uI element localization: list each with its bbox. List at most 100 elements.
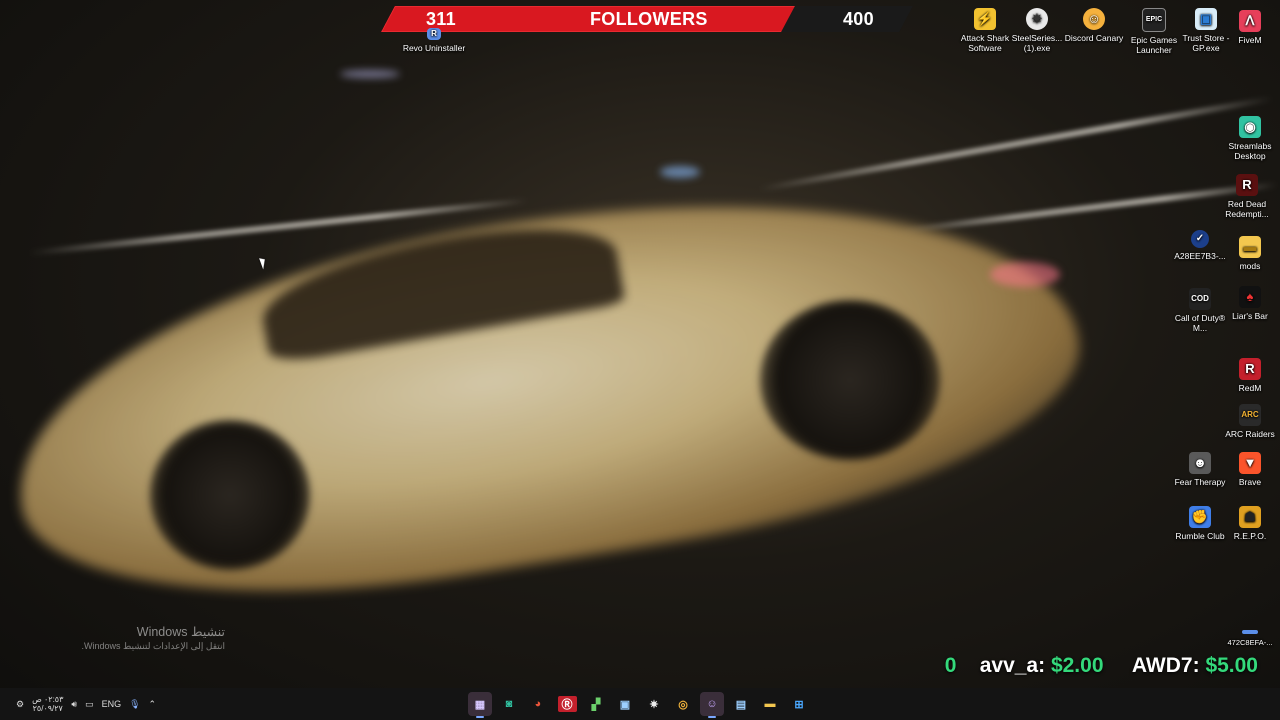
taskbar-app-media[interactable]: ▣ bbox=[613, 692, 637, 716]
call-of-duty-icon: COD bbox=[1189, 288, 1211, 310]
taskbar-app-explorer[interactable]: ▬ bbox=[758, 692, 782, 716]
taskbar-app-steelseries[interactable]: ✷ bbox=[642, 692, 666, 716]
windows-activation-subtitle: انتقل إلى الإعدادات لتنشيط Windows. bbox=[81, 641, 225, 651]
repo-icon: ☗ bbox=[1239, 506, 1261, 528]
car-wheel bbox=[760, 300, 940, 460]
system-tray: ⚙ ٠٢:٥٣ ص ٢٥/٠٩/٢٧ 🔊︎ ▭ ENG 🎙︎ ⌃ bbox=[16, 695, 156, 713]
desktop-icon-label: Discord Canary bbox=[1064, 33, 1124, 43]
folder-icon: ▬ bbox=[1239, 236, 1261, 258]
desktop-icon-label: mods bbox=[1239, 261, 1261, 271]
chevron-up-icon[interactable]: ⌃ bbox=[149, 699, 157, 710]
redm-icon: R bbox=[1239, 358, 1261, 380]
wallpaper-rail bbox=[759, 95, 1273, 192]
desktop-icon-red-dead[interactable]: R Red Dead Redempti... bbox=[1215, 174, 1279, 219]
speaker-icon[interactable]: 🔊︎ bbox=[71, 699, 77, 710]
app-file-icon: ✓ bbox=[1191, 230, 1209, 248]
attack-shark-icon: ⚡ bbox=[974, 8, 996, 30]
desktop-icon-label: RedM bbox=[1238, 383, 1262, 393]
taskbar-app-apps[interactable]: ▞ bbox=[584, 692, 608, 716]
taskbar-app-store[interactable]: ▤ bbox=[729, 692, 753, 716]
taskbar: ⚙ ٠٢:٥٣ ص ٢٥/٠٩/٢٧ 🔊︎ ▭ ENG 🎙︎ ⌃ ▦ ◙ ◕ Ⓡ… bbox=[0, 688, 1280, 720]
desktop-icon-label: Streamlabs Desktop bbox=[1228, 141, 1272, 161]
color-wheel-icon: ◕ bbox=[534, 698, 542, 710]
desktop-icon-label: FiveM bbox=[1238, 35, 1262, 45]
desktop-wallpaper bbox=[0, 0, 1280, 720]
taskbar-app-color[interactable]: ◕ bbox=[526, 692, 550, 716]
desktop-icon-brave[interactable]: ▼ Brave bbox=[1218, 452, 1280, 487]
desktop-icon-fivem[interactable]: ᐱ FiveM bbox=[1218, 10, 1280, 45]
fear-therapy-icon: ☻ bbox=[1189, 452, 1211, 474]
desktop-icon-streamlabs[interactable]: ◉ Streamlabs Desktop bbox=[1218, 116, 1280, 161]
desktop-icon-liars-bar[interactable]: ♠ Liar's Bar bbox=[1218, 286, 1280, 321]
taskbar-app-discord[interactable]: ☺ bbox=[700, 692, 724, 718]
explorer-icon: ▬ bbox=[764, 698, 776, 710]
media-icon: ▣ bbox=[619, 698, 631, 711]
chrome-icon: ◎ bbox=[678, 698, 688, 711]
donation-amount: $2.00 bbox=[1050, 654, 1104, 677]
desktop-icon-label: Red Dead Redempti... bbox=[1225, 199, 1269, 219]
desktop-icon-steelseries[interactable]: ✷ SteelSeries... (1).exe bbox=[1005, 8, 1069, 53]
windows-icon: ⊞ bbox=[794, 698, 804, 711]
apps-icon: ▞ bbox=[591, 698, 601, 711]
desktop-icon-label: Brave bbox=[1238, 477, 1262, 487]
taskbar-app-chrome[interactable]: ◎ bbox=[671, 692, 695, 716]
desktop-icon-revo[interactable]: R Revo Uninstaller bbox=[402, 28, 466, 53]
discord-icon: ☺ bbox=[706, 698, 718, 710]
fivem-icon: ᐱ bbox=[1239, 10, 1261, 32]
car-wheel bbox=[150, 420, 310, 570]
desktop-icon-mods[interactable]: ▬ mods bbox=[1218, 236, 1280, 271]
app-file-icon bbox=[1242, 630, 1258, 634]
desktop-icon-label: 472C8EFA-... bbox=[1227, 638, 1273, 647]
desktop-icon-label: Liar's Bar bbox=[1232, 311, 1268, 321]
taskbar-apps: ▦ ◙ ◕ Ⓡ ▞ ▣ ✷ ◎ ☺ ▤ ▬ ⊞ bbox=[468, 692, 811, 718]
desktop-icon-arc-raiders[interactable]: ARC ARC Raiders bbox=[1218, 404, 1280, 439]
discord-canary-icon: ☺ bbox=[1083, 8, 1105, 30]
rumble-club-icon: ✊ bbox=[1189, 506, 1211, 528]
donation-ticker: 0 avv_a: $2.00 AWD7: $5.00 bbox=[945, 654, 1258, 678]
followers-goal-widget: 311 FOLLOWERS 400 bbox=[381, 6, 918, 32]
taskbar-app-red[interactable]: Ⓡ bbox=[555, 692, 579, 716]
desktop-icon-472c8[interactable]: 472C8EFA-... bbox=[1218, 630, 1280, 648]
xbox-icon: ◙ bbox=[505, 698, 513, 710]
followers-goal: 400 bbox=[843, 9, 874, 29]
brave-icon: ▼ bbox=[1239, 452, 1261, 474]
followers-label: FOLLOWERS bbox=[590, 9, 708, 29]
windows-activation-title: تنشيط Windows bbox=[136, 625, 225, 639]
revo-icon: R bbox=[427, 28, 441, 40]
arc-raiders-icon: ARC bbox=[1239, 404, 1261, 426]
desktop-icon-redm[interactable]: R RedM bbox=[1218, 358, 1280, 393]
light-glint bbox=[340, 70, 400, 78]
desktop-icon-label: R.E.P.O. bbox=[1233, 531, 1267, 541]
steelseries-icon: ✷ bbox=[1026, 8, 1048, 30]
streamlabs-icon: ◉ bbox=[1239, 116, 1261, 138]
clock[interactable]: ٠٢:٥٣ ص ٢٥/٠٩/٢٧ bbox=[32, 695, 63, 713]
taskbar-app-xbox[interactable]: ◙ bbox=[497, 692, 521, 716]
steelseries-icon: ✷ bbox=[649, 698, 659, 711]
clock-date: ٢٥/٠٩/٢٧ bbox=[32, 704, 63, 713]
taskbar-app-streamlabs[interactable]: ▦ bbox=[468, 692, 492, 718]
desktop-icon-repo[interactable]: ☗ R.E.P.O. bbox=[1218, 506, 1280, 541]
donor-name: AWD7: bbox=[1131, 654, 1200, 677]
donation-amount: $5.00 bbox=[1205, 654, 1258, 677]
display-icon[interactable]: ▭ bbox=[85, 699, 94, 710]
desktop-icon-label: SteelSeries... (1).exe bbox=[1011, 33, 1063, 53]
language-indicator[interactable]: ENG bbox=[102, 699, 122, 709]
trust-store-icon: ▣ bbox=[1195, 8, 1217, 30]
desktop-icon-label: Revo Uninstaller bbox=[402, 43, 466, 53]
taskbar-app-start[interactable]: ⊞ bbox=[787, 692, 811, 716]
ticker-partial: 0 bbox=[944, 654, 957, 677]
red-app-icon: Ⓡ bbox=[557, 696, 577, 712]
donor-name: avv_a: bbox=[979, 654, 1046, 677]
desktop-icon-label: ARC Raiders bbox=[1225, 429, 1275, 439]
epic-games-icon: EPIC bbox=[1142, 8, 1166, 32]
clock-time: ٠٢:٥٣ ص bbox=[32, 695, 64, 704]
store-icon: ▤ bbox=[735, 698, 747, 711]
streamlabs-icon: ▦ bbox=[474, 698, 486, 711]
settings-icon[interactable]: ⚙ bbox=[16, 699, 24, 710]
desktop-icon-discord-canary[interactable]: ☺ Discord Canary bbox=[1062, 8, 1126, 43]
microphone-icon[interactable]: 🎙︎ bbox=[129, 699, 140, 710]
light-glint bbox=[990, 262, 1060, 287]
light-glint bbox=[660, 166, 700, 178]
liars-bar-icon: ♠ bbox=[1239, 286, 1261, 308]
followers-current: 311 bbox=[426, 9, 456, 29]
